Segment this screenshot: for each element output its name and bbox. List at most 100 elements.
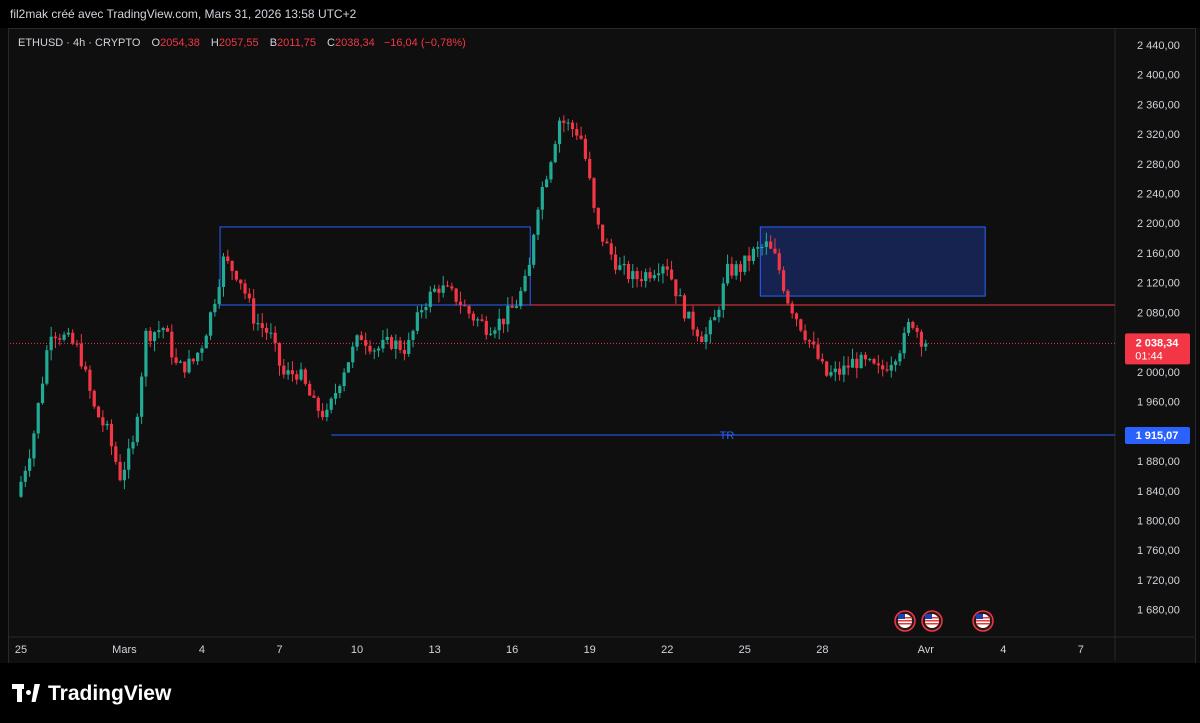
candle-body: [570, 122, 575, 130]
candle-body: [885, 369, 889, 371]
candle-body: [196, 352, 200, 362]
candle-body: [846, 365, 850, 368]
candle-body: [501, 318, 506, 325]
candle-body: [36, 403, 40, 434]
candle-body: [247, 293, 251, 299]
candle-body: [812, 341, 816, 345]
candle-body: [28, 458, 32, 471]
candle-body: [394, 340, 398, 349]
candle-body: [252, 298, 256, 324]
candle-body: [53, 336, 58, 339]
ohlc-legend: ETHUSD · 4h · CRYPTO O2054,38 H2057,55 B…: [18, 37, 466, 49]
candle-body: [506, 305, 510, 325]
candle-body: [700, 336, 704, 342]
candle-body: [635, 271, 639, 280]
tradingview-logo[interactable]: TradingView: [12, 682, 171, 706]
low-value: 2011,75: [277, 37, 316, 49]
candle-body: [308, 383, 312, 396]
candle-body: [402, 349, 407, 354]
candle-body: [730, 263, 734, 276]
candle-body: [295, 374, 299, 380]
us-event-flag-icon[interactable]: [921, 610, 943, 632]
candle-body: [674, 279, 678, 297]
candle-body: [290, 370, 295, 375]
high-value: 2057,55: [218, 37, 259, 49]
candle-body: [329, 398, 333, 410]
candle-body: [109, 423, 114, 447]
candle-body: [45, 350, 49, 384]
candle-body: [458, 301, 463, 306]
candle-body: [398, 340, 402, 350]
supply-zone: [759, 226, 986, 297]
candle-body: [919, 331, 924, 347]
candle-body: [579, 135, 583, 139]
candle-body: [536, 209, 540, 235]
candle-body: [208, 312, 213, 336]
candle-body: [553, 144, 557, 163]
candle-body: [286, 370, 290, 375]
candle-body: [837, 368, 842, 375]
candle-body: [820, 358, 824, 362]
candle-body: [566, 122, 570, 124]
price-chart[interactable]: 2 440,00 2 400,00 2 360,00 2 320,00 2 280,00…: [0, 0, 1200, 723]
candle-body: [351, 346, 355, 363]
us-event-flag-icon[interactable]: [894, 610, 916, 632]
candle-body: [101, 417, 105, 426]
y-tick-label: 2 240,00: [1137, 189, 1180, 201]
candle-body: [850, 358, 855, 368]
candle-body: [114, 446, 118, 462]
candle-body: [437, 288, 441, 293]
x-tick-label: Avr: [918, 644, 935, 656]
open-value: 2054,38: [160, 37, 200, 49]
candle-body: [781, 270, 786, 291]
candle-body: [144, 330, 148, 377]
candle-body: [260, 323, 264, 328]
candle-body: [545, 179, 549, 188]
x-tick-label: Mars: [112, 644, 137, 656]
candle-body: [66, 332, 70, 335]
candle-body: [58, 338, 62, 340]
y-tick-label: 1 720,00: [1137, 575, 1180, 587]
tr-price-label: 1 915,07: [1136, 430, 1179, 442]
candle-body: [708, 320, 712, 335]
candle-body: [756, 247, 760, 249]
candle-body: [170, 331, 174, 358]
candle-body: [613, 254, 618, 270]
candle-body: [682, 295, 687, 319]
candle-body: [906, 321, 911, 333]
candle-body: [583, 138, 587, 159]
candle-body: [49, 336, 53, 351]
candle-body: [825, 361, 829, 376]
candle-body: [924, 343, 928, 347]
candle-body: [312, 395, 316, 398]
candle-body: [346, 362, 351, 373]
candle-body: [876, 363, 880, 366]
candle-body: [532, 234, 536, 265]
candle-body: [420, 310, 424, 313]
candle-body: [445, 285, 450, 287]
candle-body: [519, 290, 523, 307]
candle-body: [325, 409, 329, 418]
candle-body: [657, 273, 661, 276]
us-event-flag-icon[interactable]: [972, 610, 994, 632]
candle-body: [264, 327, 269, 333]
candle-body: [704, 334, 708, 342]
candle-body: [239, 279, 243, 284]
candle-body: [609, 243, 613, 255]
x-tick-label: 4: [199, 644, 205, 656]
candle-body: [764, 241, 768, 248]
candle-body: [807, 340, 812, 342]
candle-body: [652, 275, 656, 279]
range-box: [219, 226, 531, 306]
candle-body: [665, 266, 669, 270]
countdown-label: 01:44: [1135, 350, 1163, 362]
candle-body: [342, 372, 346, 387]
candle-body: [872, 359, 876, 364]
candle-body: [605, 241, 609, 244]
x-tick-label: 28: [816, 644, 828, 656]
candle-body: [364, 340, 368, 346]
candle-body: [415, 312, 419, 331]
candle-body: [92, 390, 96, 407]
candle-body: [152, 332, 157, 342]
candle-body: [648, 272, 652, 279]
